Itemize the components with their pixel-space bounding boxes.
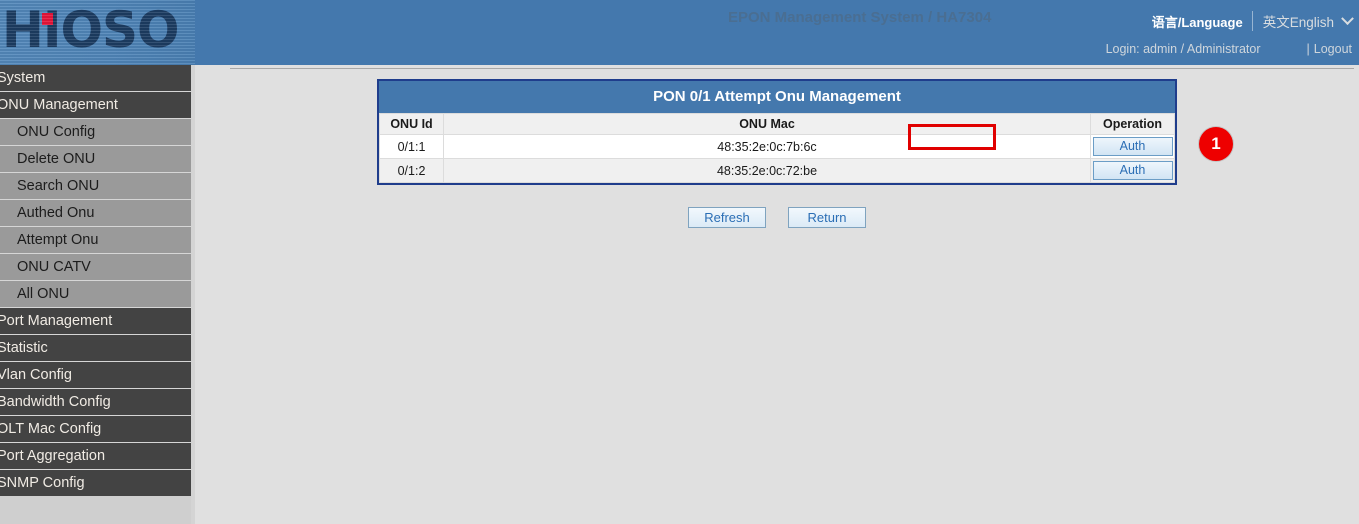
sidebar-item-onu-management[interactable]: ONU Management	[0, 92, 191, 119]
column-header-operation: Operation	[1091, 114, 1175, 135]
column-header-onu-mac: ONU Mac	[444, 114, 1091, 135]
refresh-button[interactable]: Refresh	[688, 207, 766, 228]
cell-onu-mac: 48:35:2e:0c:7b:6c	[444, 135, 1091, 159]
sidebar-item-authed-onu[interactable]: Authed Onu	[0, 200, 191, 227]
sidebar-item-attempt-onu[interactable]: Attempt Onu	[0, 227, 191, 254]
column-header-onu-id: ONU Id	[380, 114, 444, 135]
sidebar-item-onu-config[interactable]: ONU Config	[0, 119, 191, 146]
action-button-row: Refresh Return	[377, 207, 1177, 228]
language-select[interactable]: 英文English	[1253, 11, 1352, 31]
language-switcher[interactable]: 语言/Language 英文English	[1152, 10, 1352, 32]
cell-onu-id: 0/1:2	[380, 159, 444, 183]
app-header: HIOSO EPON Management System / HA7304 语言…	[0, 0, 1359, 65]
sidebar-filler	[0, 496, 191, 524]
cell-operation: Auth	[1091, 159, 1175, 183]
content-top-rule	[230, 68, 1354, 69]
sidebar-item-delete-onu[interactable]: Delete ONU	[0, 146, 191, 173]
sidebar-item-statistic[interactable]: Statistic	[0, 335, 191, 362]
language-label: 语言/Language	[1152, 12, 1252, 31]
sidebar-item-port-management[interactable]: Port Management	[0, 308, 191, 335]
main-content: PON 0/1 Attempt Onu Management ONU Id ON…	[195, 65, 1359, 524]
table-header-row: ONU Id ONU Mac Operation	[380, 114, 1175, 135]
auth-button[interactable]: Auth	[1093, 137, 1173, 156]
chevron-down-icon	[1341, 12, 1354, 25]
sidebar-item-vlan-config[interactable]: Vlan Config	[0, 362, 191, 389]
sidebar-item-bandwidth-config[interactable]: Bandwidth Config	[0, 389, 191, 416]
table-row: 0/1:148:35:2e:0c:7b:6cAuth	[380, 135, 1175, 159]
sidebar-item-search-onu[interactable]: Search ONU	[0, 173, 191, 200]
attempt-onu-table: ONU Id ONU Mac Operation 0/1:148:35:2e:0…	[379, 113, 1175, 183]
brand-logo-panel: HIOSO	[0, 0, 195, 65]
sidebar-item-system[interactable]: System	[0, 65, 191, 92]
sidebar-item-snmp-config[interactable]: SNMP Config	[0, 470, 191, 497]
logout-link[interactable]: Logout	[1314, 42, 1352, 56]
annotation-badge-1: 1	[1199, 127, 1233, 161]
sidebar-item-all-onu[interactable]: All ONU	[0, 281, 191, 308]
table-row: 0/1:248:35:2e:0c:72:beAuth	[380, 159, 1175, 183]
sidebar-nav: SystemONU ManagementONU ConfigDelete ONU…	[0, 65, 191, 524]
sidebar-item-olt-mac-config[interactable]: OLT Mac Config	[0, 416, 191, 443]
language-selected-value: 英文English	[1263, 11, 1334, 31]
cell-onu-mac: 48:35:2e:0c:72:be	[444, 159, 1091, 183]
session-info: Login: admin / Administrator | Logout	[1106, 42, 1352, 56]
cell-onu-id: 0/1:1	[380, 135, 444, 159]
return-button[interactable]: Return	[788, 207, 866, 228]
logout-separator: |	[1307, 42, 1314, 56]
brand-logo-text: HIOSO	[2, 1, 178, 59]
cell-operation: Auth	[1091, 135, 1175, 159]
sidebar-item-onu-catv[interactable]: ONU CATV	[0, 254, 191, 281]
attempt-onu-panel: PON 0/1 Attempt Onu Management ONU Id ON…	[377, 79, 1177, 185]
page-title: EPON Management System / HA7304	[728, 9, 991, 26]
login-user-text: Login: admin / Administrator	[1106, 42, 1307, 56]
panel-title: PON 0/1 Attempt Onu Management	[379, 81, 1175, 113]
auth-button[interactable]: Auth	[1093, 161, 1173, 180]
sidebar-item-port-aggregation[interactable]: Port Aggregation	[0, 443, 191, 470]
logo-accent-dot-icon	[42, 13, 53, 25]
